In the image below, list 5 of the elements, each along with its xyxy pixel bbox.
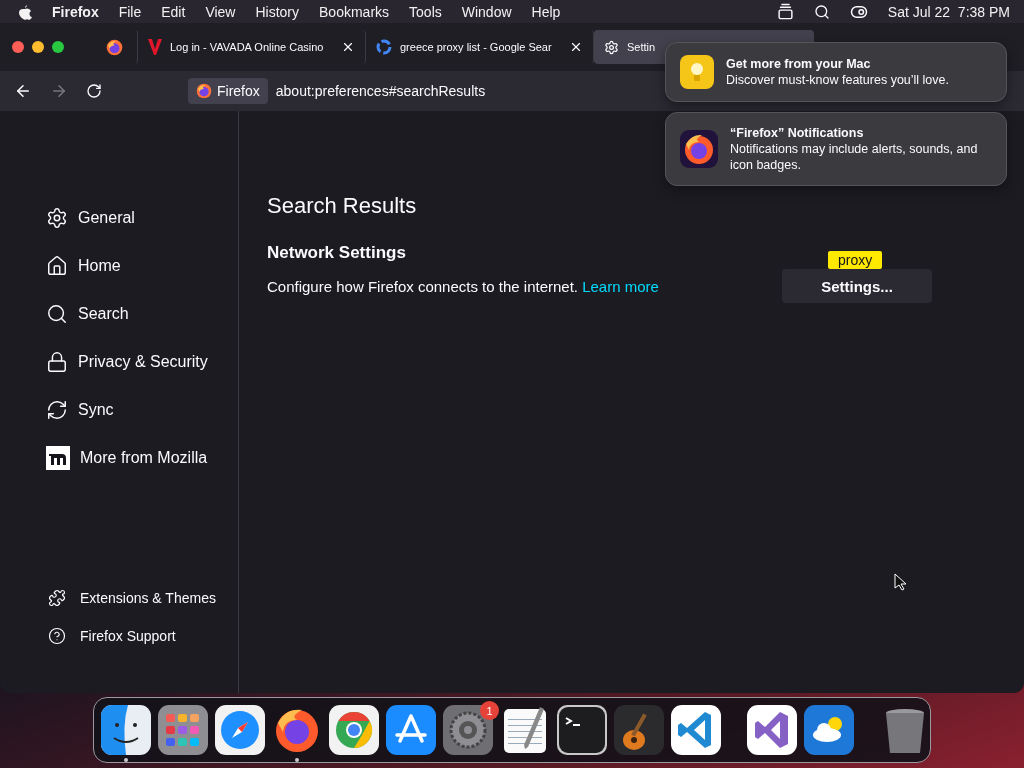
page-heading: Search Results [267,193,418,219]
section-heading: Network Settings [267,243,406,263]
notification-count: 1 [480,701,499,720]
description-text: Configure how Firefox connects to the internet. Learn more [267,277,659,295]
search-highlight: proxy [828,251,883,269]
